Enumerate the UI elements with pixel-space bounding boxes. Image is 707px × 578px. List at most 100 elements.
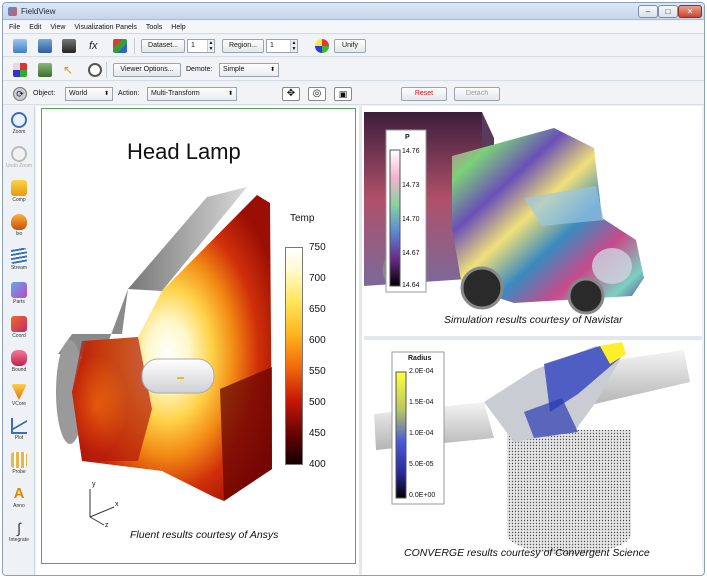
sidebar-parts[interactable]: Parts [4,280,34,314]
streamline-icon [11,248,27,264]
temp-tick-label: 600 [309,335,326,346]
chevron-down-icon: ⬍ [227,91,233,97]
headlamp-filament [177,377,184,379]
boundary-surface-icon [11,350,27,366]
temp-tick-label: 700 [309,273,326,284]
window-title: FieldView [21,7,56,16]
target-icon[interactable]: ◎ [308,87,326,101]
chevron-down-icon: ⬍ [269,67,275,73]
engine-credit: CONVERGE results courtesy of Convergent … [404,547,650,559]
menu-tools[interactable]: Tools [146,24,162,31]
sidebar-integrate[interactable]: ∫ Integrate [4,518,34,552]
engine-tick-label: 5.0E-05 [409,461,434,468]
sidebar-coord[interactable]: Coord [4,314,34,348]
sidebar-anno[interactable]: A Anno [4,484,34,518]
truck-credit: Simulation results courtesy of Navistar [444,314,623,326]
sidebar-probe[interactable]: Probe [4,450,34,484]
sidebar-vcore[interactable]: VCore [4,382,34,416]
unify-button[interactable]: Unify [334,39,366,53]
engine-panel[interactable]: Radius 2.0E-04 1.5E-04 1.0E-04 5.0E-05 0… [364,342,702,564]
integrate-icon: ∫ [17,520,21,536]
dataset-spinbox[interactable]: 1 ▲ ▼ [187,39,215,53]
transform-mode-icon[interactable]: ⟳ [13,87,27,101]
app-window: FieldView – □ ✕ File Edit View Visualiza… [2,2,705,576]
engine-tick-label: 2.0E-04 [409,368,434,375]
rotate-center-icon[interactable] [88,63,102,77]
pointer-icon[interactable]: ↖ [63,63,77,77]
menu-visualization-panels[interactable]: Visualization Panels [74,24,137,31]
sidebar-comp[interactable]: Comp [4,178,34,212]
minimize-button[interactable]: – [638,5,658,18]
dataset-button[interactable]: Dataset... [141,39,185,53]
close-button[interactable]: ✕ [678,5,702,18]
engine-tick-label: 0.0E+00 [409,492,436,499]
menu-view[interactable]: View [50,24,65,31]
tool-sidebar: Zoom Undo Zoom Comp Iso Stream Parts Coo… [3,106,35,575]
sidebar-undo-zoom[interactable]: Undo Zoom [4,144,34,178]
truck-tick-label: 14.70 [402,216,420,223]
region-button[interactable]: Region... [222,39,264,53]
truck-rear-wheel [460,266,504,310]
menu-bar: File Edit View Visualization Panels Tool… [3,21,704,34]
axis-y-label: y [92,481,96,488]
axis-z-label: z [105,522,109,529]
toolbar-file: fx Dataset... 1 ▲ ▼ Region... 1 ▲ ▼ Unify [3,35,704,57]
function-icon[interactable]: fx [89,39,103,53]
graphics-viewport: Head Lamp y x z Temp 750 700 650 600 550… [36,106,702,575]
move-icon[interactable]: ✥ [282,87,300,101]
sidebar-stream[interactable]: Stream [4,246,34,280]
detach-button[interactable]: Detach [454,87,500,101]
region-spinbox[interactable]: 1 ▲ ▼ [266,39,298,53]
particle-paths-icon [11,282,27,298]
reset-button[interactable]: Reset [401,87,447,101]
demote-dropdown[interactable]: Simple ⬍ [219,63,279,77]
zoom-icon [11,112,27,128]
truck-panel[interactable]: P 14.76 14.73 14.70 14.67 14.64 Simulati… [364,108,702,334]
menu-edit[interactable]: Edit [29,24,41,31]
temp-tick-label: 400 [309,459,326,470]
vertical-splitter[interactable] [359,106,362,575]
sidebar-zoom[interactable]: Zoom [4,110,34,144]
sidebar-iso[interactable]: Iso [4,212,34,246]
menu-file[interactable]: File [9,24,20,31]
engine-render [374,342,690,554]
demote-label: Demote: [186,66,213,73]
color-wheel-icon[interactable] [315,39,329,53]
sidebar-plot[interactable]: Plot [4,416,34,450]
iso-surface-icon [11,214,27,230]
camera-icon[interactable]: ▣ [334,87,352,101]
truck-front-wheel [567,277,605,315]
action-dropdown[interactable]: Multi-Transform ⬍ [147,87,237,101]
truck-tick-label: 14.64 [402,282,420,289]
engine-legend-title: Radius [408,355,432,362]
toolbar-transform: ⟳ Object: World ⬍ Action: Multi-Transform… [3,83,704,105]
action-label: Action: [118,90,140,97]
axis-x-line [89,506,115,518]
temp-legend-title: Temp [290,213,315,224]
viewport-layout-icon[interactable] [13,63,27,77]
temp-tick-label: 500 [309,397,326,408]
engine-tick-label: 1.5E-04 [409,399,434,406]
headlamp-panel[interactable]: Head Lamp y x z Temp 750 700 650 600 550… [41,108,356,564]
print-icon[interactable] [62,39,76,53]
computational-surface-icon [11,180,27,196]
truck-tick-label: 14.73 [402,182,420,189]
open-icon[interactable] [13,39,27,53]
headlamp-bulb [141,358,215,394]
plot-icon [11,418,27,434]
headlamp-credit: Fluent results courtesy of Ansys [130,529,279,541]
temp-tick-label: 550 [309,366,326,377]
horizontal-splitter[interactable] [364,336,702,340]
truck-grille [592,248,632,284]
viewer-options-button[interactable]: Viewer Options... [113,63,181,77]
chevron-down-icon: ⬍ [103,91,109,97]
save-icon[interactable] [38,39,52,53]
maximize-button[interactable]: □ [658,5,678,18]
color-map-icon[interactable] [113,39,127,53]
object-dropdown[interactable]: World ⬍ [65,87,113,101]
sidebar-bound[interactable]: Bound [4,348,34,382]
headlamp-outer-contour [72,337,152,461]
menu-help[interactable]: Help [171,24,185,31]
grid-icon[interactable] [38,63,52,77]
temp-tick-label: 650 [309,304,326,315]
